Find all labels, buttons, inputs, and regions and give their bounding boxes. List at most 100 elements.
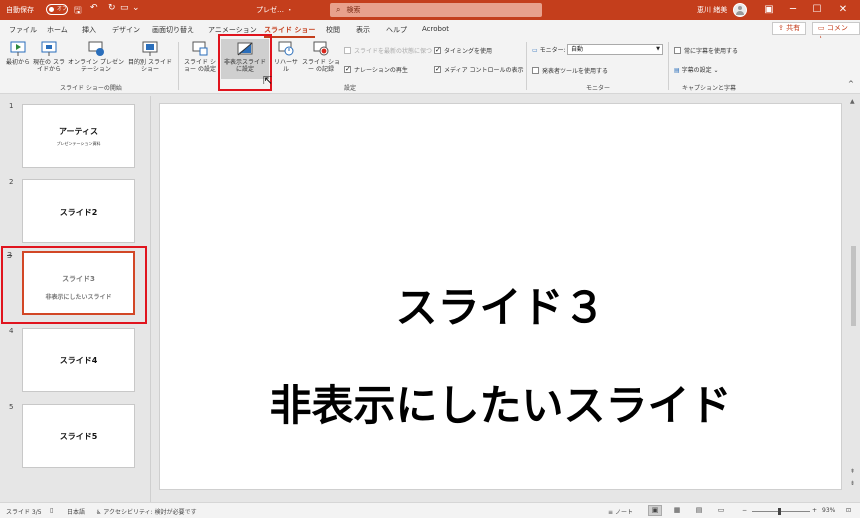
slide-thumbnail-4[interactable]: スライド4: [22, 328, 135, 392]
slide-number: 5: [9, 403, 14, 411]
media-controls-checkbox[interactable]: メディア コントロールの表示: [434, 65, 524, 74]
tab-acrobat[interactable]: Acrobot: [422, 25, 449, 33]
record-icon: [313, 41, 329, 56]
online-presentation-button[interactable]: オンライン プレゼンテーション: [68, 41, 124, 73]
fit-to-window-icon[interactable]: ⊡: [846, 507, 851, 514]
play-narrations-label: ナレーションの再生: [354, 67, 408, 74]
ribbon-tabs: ファイル ホーム 挿入 デザイン 画面切り替え アニメーション スライド ショー…: [0, 20, 860, 43]
slide-number: 1: [9, 102, 14, 110]
tab-design[interactable]: デザイン: [112, 25, 140, 35]
tab-insert[interactable]: 挿入: [82, 25, 96, 35]
from-current-label: 現在の スライドから: [33, 59, 65, 73]
comment-icon: ▭: [818, 24, 827, 32]
group-divider: [178, 42, 179, 90]
share-icon: ⇪: [778, 24, 787, 32]
chevron-down-icon: ▼: [656, 46, 660, 52]
collapse-ribbon-icon[interactable]: ^: [848, 80, 854, 88]
slide-thumbnail-2[interactable]: スライド2: [22, 179, 135, 243]
from-current-button[interactable]: 現在の スライドから: [32, 41, 66, 73]
rehearse-timings-label: リハーサル: [274, 59, 298, 73]
slide-thumbnail-5[interactable]: スライド5: [22, 404, 135, 468]
avatar[interactable]: [733, 3, 747, 17]
previous-slide-icon[interactable]: ⇞: [850, 468, 855, 475]
customize-quick-access-icon[interactable]: ⌄: [132, 3, 140, 13]
maximize-icon[interactable]: ☐: [806, 2, 828, 18]
from-beginning-label: 最初から: [5, 59, 30, 66]
redo-icon[interactable]: ↻: [108, 3, 116, 13]
play-narrations-checkbox[interactable]: ナレーションの再生: [344, 65, 408, 74]
monitor-icon: ▭: [532, 47, 540, 54]
share-button[interactable]: ⇪ 共有: [772, 22, 807, 35]
close-icon[interactable]: ✕: [832, 2, 854, 18]
zoom-level[interactable]: 93%: [822, 507, 835, 514]
user-name[interactable]: 恵川 緒美: [697, 5, 727, 15]
monitor-select[interactable]: 自動 ▼: [567, 44, 663, 55]
search-placeholder: 検索: [346, 6, 361, 14]
spelling-icon[interactable]: ▯: [50, 507, 53, 514]
vertical-scrollbar[interactable]: ▲ ⇞ ⇟: [848, 96, 860, 502]
tab-transitions[interactable]: 画面切り替え: [152, 25, 194, 35]
set-up-slide-show-button[interactable]: スライド ショー の設定: [182, 41, 218, 73]
subtitle-settings-label: 字幕の設定: [681, 67, 712, 74]
record-slide-show-button[interactable]: スライド ショー の記録: [302, 41, 340, 73]
undo-icon[interactable]: ↶: [90, 3, 98, 13]
accessibility-status[interactable]: ♿ アクセシビリティ: 検討が必要です: [96, 507, 197, 516]
monitor-label: モニター:: [539, 47, 566, 54]
use-timings-checkbox[interactable]: タイミングを使用: [434, 46, 492, 55]
tab-help[interactable]: ヘルプ: [386, 25, 407, 35]
autosave-label: 自動保存: [6, 6, 34, 14]
tab-view[interactable]: 表示: [356, 25, 370, 35]
accessibility-label: アクセシビリティ: 検討が必要です: [103, 509, 197, 516]
group-divider: [668, 42, 669, 90]
start-from-beginning-icon[interactable]: ▭: [120, 3, 129, 13]
slide-body[interactable]: 非表示にしたいスライド: [160, 372, 841, 433]
mouse-cursor-icon: ⇱: [263, 74, 273, 87]
tab-file[interactable]: ファイル: [9, 25, 37, 35]
presenter-view-checkbox[interactable]: 発表者ツールを使用する: [532, 66, 608, 75]
slide-sorter-icon[interactable]: ▦: [670, 505, 684, 516]
reading-view-icon[interactable]: ▤: [692, 505, 706, 516]
rehearse-timings-button[interactable]: リハーサル: [272, 41, 300, 73]
keep-updated-checkbox[interactable]: スライドを最新の状態に保つ: [344, 46, 432, 55]
slide-number: 2: [9, 178, 14, 186]
notes-button[interactable]: ≡ ノート: [608, 507, 633, 516]
slide-title[interactable]: スライド３: [160, 274, 841, 335]
start-group-label: スライド ショーの開始: [60, 85, 122, 92]
monitor-value: 自動: [571, 46, 584, 53]
slide-show-view-icon[interactable]: ▭: [714, 505, 728, 516]
always-subtitles-checkbox[interactable]: 常に字幕を使用する: [674, 46, 738, 55]
zoom-out-icon[interactable]: −: [742, 507, 747, 514]
autosave-toggle[interactable]: オフ: [46, 4, 68, 15]
language-status[interactable]: 日本語: [67, 507, 85, 516]
ribbon-display-options-icon[interactable]: ▣: [758, 2, 780, 18]
tab-home[interactable]: ホーム: [47, 25, 68, 35]
custom-slide-show-button[interactable]: 目的別 スライド ショー: [126, 41, 174, 73]
thumbnail-title: スライド4: [59, 356, 98, 365]
use-timings-label: タイミングを使用: [444, 48, 493, 55]
media-controls-label: メディア コントロールの表示: [444, 67, 524, 74]
slide-position: スライド 3/5: [6, 509, 42, 516]
setup-group-label: 設定: [344, 85, 357, 92]
scrollbar-thumb[interactable]: [851, 246, 856, 326]
notes-icon: ≡: [608, 509, 615, 516]
pane-divider[interactable]: [150, 96, 151, 502]
chevron-down-icon: ⌄: [711, 67, 719, 74]
scroll-up-icon[interactable]: ▲: [850, 98, 855, 105]
from-beginning-button[interactable]: 最初から: [4, 41, 32, 66]
next-slide-icon[interactable]: ⇟: [850, 480, 855, 487]
zoom-slider-handle[interactable]: [778, 508, 782, 515]
subtitle-settings-button[interactable]: ▤ 字幕の設定 ⌄: [674, 65, 719, 74]
tab-review[interactable]: 校閲: [326, 25, 340, 35]
normal-view-icon[interactable]: ▣: [648, 505, 662, 516]
slide-number: 4: [9, 327, 14, 335]
ribbon: 最初から 現在の スライドから オンライン プレゼンテーション 目的別 スライド…: [0, 38, 860, 94]
document-filename[interactable]: プレゼ… ・: [256, 5, 293, 15]
save-icon[interactable]: 🖫: [74, 3, 82, 19]
zoom-in-icon[interactable]: +: [812, 507, 817, 514]
minimize-icon[interactable]: ─: [782, 2, 804, 18]
slide-editor-canvas[interactable]: スライド３ 非表示にしたいスライド: [159, 103, 842, 490]
comment-button[interactable]: ▭ コメント: [812, 22, 860, 43]
online-presentation-label: オンライン プレゼンテーション: [68, 59, 124, 73]
search-input[interactable]: ⌕ 検索: [330, 3, 542, 17]
slide-thumbnail-1[interactable]: アーティス プレゼンテーション資料: [22, 104, 135, 168]
